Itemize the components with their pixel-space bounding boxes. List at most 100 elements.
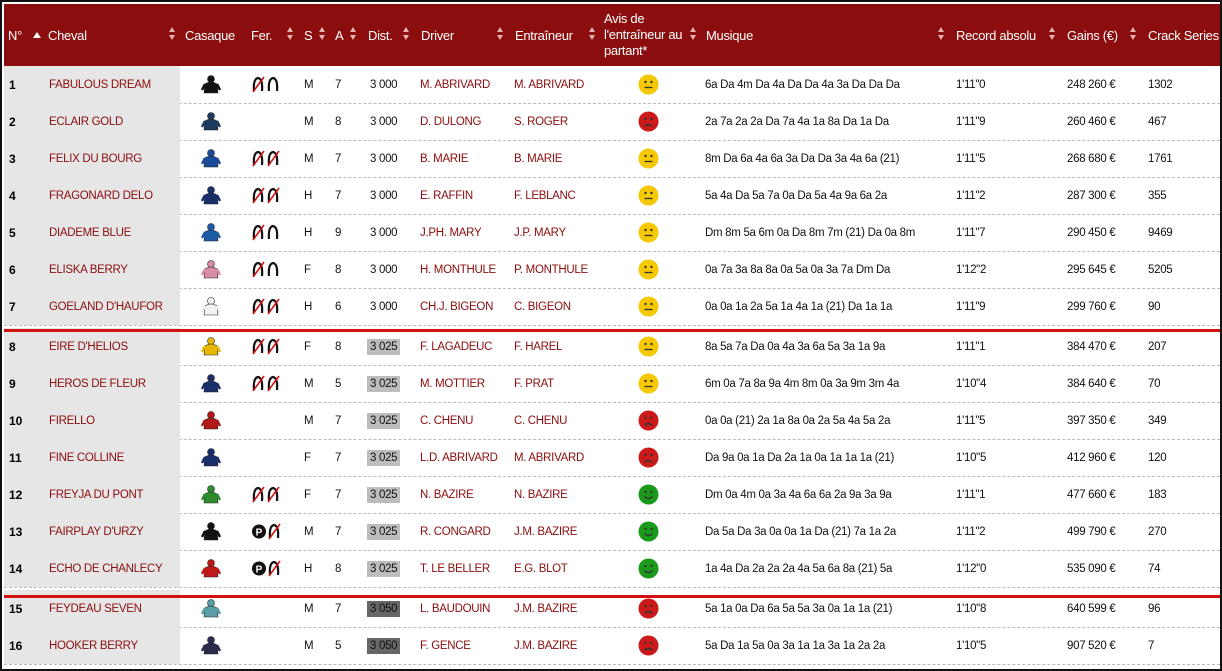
table-row[interactable]: 4 FRAGONARD DELO H 7 3 000 E. RAFFIN F. LEBLAN… (4, 177, 1220, 215)
col-num-header[interactable]: N° (8, 4, 22, 66)
table-row[interactable]: 10 FIRELLO M 7 3 025 C. CHENU C. CHENU 0a 0a (2… (4, 402, 1220, 440)
crack-series-value-text: 1302 (1148, 78, 1173, 91)
col-gains-header[interactable]: Gains (€) (1067, 4, 1118, 66)
driver-link[interactable]: E. RAFFIN (420, 177, 473, 214)
trainer-link[interactable]: M. ABRIVARD (514, 66, 584, 103)
col-fer-header[interactable]: Fer. (251, 4, 273, 66)
driver-link[interactable]: H. MONTHULE (420, 251, 496, 288)
table-row[interactable]: 5 DIADEME BLUE H 9 3 000 J.PH. MARY J.P. MARY D… (4, 214, 1220, 252)
trainer-link[interactable]: M. ABRIVARD (514, 439, 584, 476)
driver-link[interactable]: B. MARIE (420, 140, 468, 177)
table-row[interactable]: 2 ECLAIR GOLD M 8 3 000 D. DULONG S. ROGER 2a 7… (4, 103, 1220, 141)
table-row[interactable]: 14 ECHO DE CHANLECY P H 8 3 025 T. LE BELLER E.… (4, 550, 1220, 588)
driver-link-text: L.D. ABRIVARD (420, 451, 498, 464)
driver-link[interactable]: M. MOTTIER (420, 365, 485, 402)
gains-value-text: 477 660 € (1067, 488, 1116, 501)
driver-link[interactable]: T. LE BELLER (420, 550, 490, 587)
horse-name-link[interactable]: DIADEME BLUE (42, 214, 180, 251)
col-driver-header[interactable]: Driver (421, 4, 454, 66)
driver-link[interactable]: C. CHENU (420, 402, 473, 439)
table-row[interactable]: 1 FABULOUS DREAM M 7 3 000 M. ABRIVARD M. ABRI… (4, 66, 1220, 104)
table-row[interactable]: 16 HOOKER BERRY M 5 3 050 F. GENCE J.M. BAZIRE… (4, 627, 1220, 665)
jockey-silk-icon (200, 149, 222, 169)
driver-link[interactable]: R. CONGARD (420, 513, 491, 550)
driver-link[interactable]: M. ABRIVARD (420, 66, 490, 103)
horse-name-link[interactable]: ECLAIR GOLD (42, 103, 180, 140)
table-row[interactable]: 9 HEROS DE FLEUR M 5 3 025 M. MOTTIER F. PRAT 6… (4, 365, 1220, 403)
trainer-link[interactable]: P. MONTHULE (514, 251, 588, 288)
table-row[interactable]: 6 ELISKA BERRY F 8 3 000 H. MONTHULE P. MONTHU… (4, 251, 1220, 289)
trainer-link[interactable]: C. CHENU (514, 402, 567, 439)
sort-entraineur-icon[interactable] (589, 27, 596, 41)
horse-name-link[interactable]: FRAGONARD DELO (42, 177, 180, 214)
horse-name-link[interactable]: ELISKA BERRY (42, 251, 180, 288)
driver-link[interactable]: L.D. ABRIVARD (420, 439, 498, 476)
sort-s-icon[interactable] (319, 27, 326, 41)
col-s-header[interactable]: S (304, 4, 313, 66)
col-fer-label: Fer. (251, 27, 273, 43)
sort-musique-icon[interactable] (938, 27, 945, 41)
sort-a-icon[interactable] (350, 27, 357, 41)
col-musique-header[interactable]: Musique (706, 4, 753, 66)
sort-driver-icon[interactable] (497, 27, 504, 41)
col-record-header[interactable]: Record absolu (956, 4, 1036, 66)
sort-gains-icon[interactable] (1130, 27, 1137, 41)
table-row[interactable]: 3 FELIX DU BOURG M 7 3 000 B. MARIE B. MARIE 8m… (4, 140, 1220, 178)
record-value-text: 1'11"2 (956, 189, 986, 202)
col-casaque-header[interactable]: Casaque (185, 4, 235, 66)
trainer-link[interactable]: J.M. BAZIRE (514, 513, 577, 550)
horse-name-link[interactable]: FINE COLLINE (42, 439, 180, 476)
horse-name-link[interactable]: FELIX DU BOURG (42, 140, 180, 177)
trainer-link[interactable]: J.P. MARY (514, 214, 566, 251)
horse-name-link[interactable]: GOELAND D'HAUFOR (42, 288, 180, 325)
trainer-link[interactable]: N. BAZIRE (514, 476, 568, 513)
sex-value-text: F (304, 340, 311, 353)
driver-link[interactable]: J.PH. MARY (420, 214, 482, 251)
trainer-link[interactable]: S. ROGER (514, 103, 568, 140)
trainer-link[interactable]: F. PRAT (514, 365, 554, 402)
record-value-text: 1'11"1 (956, 488, 986, 501)
trainer-link[interactable]: B. MARIE (514, 140, 562, 177)
record-value: 1'10"4 (956, 365, 986, 402)
record-value-text: 1'11"7 (956, 226, 986, 239)
sort-dist-icon[interactable] (403, 27, 410, 41)
col-crack-header[interactable]: Crack Series (1148, 4, 1219, 66)
horse-name-link[interactable]: FIRELLO (42, 402, 180, 439)
table-row[interactable]: 11 FINE COLLINE F 7 3 025 L.D. ABRIVARD M. ABR… (4, 439, 1220, 477)
jockey-silk-icon (200, 223, 222, 243)
sort-avis-icon[interactable] (690, 27, 697, 41)
record-value: 1'11"1 (956, 476, 986, 513)
driver-link[interactable]: CH.J. BIGEON (420, 288, 493, 325)
col-entraineur-header[interactable]: Entraîneur (515, 4, 573, 66)
horse-name-link[interactable]: ECHO DE CHANLECY (42, 550, 180, 587)
trainer-link[interactable]: F. HAREL (514, 328, 562, 365)
partants-table: N° Cheval Casaque Fer. S A Dist. Driver … (0, 0, 1222, 671)
trainer-link[interactable]: C. BIGEON (514, 288, 571, 325)
driver-link[interactable]: F. LAGADEUC (420, 328, 492, 365)
horse-name-link[interactable]: EIRE D'HELIOS (42, 328, 180, 365)
horse-name-link[interactable]: FAIRPLAY D'URZY (42, 513, 180, 550)
table-row[interactable]: 8 EIRE D'HELIOS F 8 3 025 F. LAGADEUC F. HAREL… (4, 328, 1220, 366)
col-avis-header[interactable]: Avis de l'entraîneur au partant* (604, 8, 683, 62)
driver-link[interactable]: D. DULONG (420, 103, 482, 140)
trainer-link[interactable]: E.G. BLOT (514, 550, 568, 587)
col-dist-header[interactable]: Dist. (368, 4, 393, 66)
horse-name-link[interactable]: FABULOUS DREAM (42, 66, 180, 103)
table-row[interactable]: 12 FREYJA DU PONT F 7 3 025 N. BAZIRE N. BAZIR… (4, 476, 1220, 514)
horse-name-link[interactable]: HEROS DE FLEUR (42, 365, 180, 402)
sort-record-icon[interactable] (1049, 27, 1056, 41)
driver-link[interactable]: N. BAZIRE (420, 476, 474, 513)
driver-link[interactable]: F. GENCE (420, 627, 471, 664)
trainer-link[interactable]: J.M. BAZIRE (514, 627, 577, 664)
trainer-link[interactable]: F. LEBLANC (514, 177, 576, 214)
distance-value: 3 000 (367, 177, 400, 214)
table-row[interactable]: 13 FAIRPLAY D'URZY P M 7 3 025 R. CONGARD J.M. … (4, 513, 1220, 551)
sort-cheval-icon[interactable] (169, 27, 176, 41)
col-a-header[interactable]: A (335, 4, 344, 66)
col-cheval-header[interactable]: Cheval (48, 4, 87, 66)
sort-fer-icon[interactable] (287, 27, 294, 41)
horse-name-link[interactable]: HOOKER BERRY (42, 627, 180, 664)
table-row[interactable]: 7 GOELAND D'HAUFOR H 6 3 000 CH.J. BIGEON C. B… (4, 288, 1220, 326)
horse-name-link[interactable]: FREYJA DU PONT (42, 476, 180, 513)
distance-value: 3 025 (367, 476, 401, 513)
